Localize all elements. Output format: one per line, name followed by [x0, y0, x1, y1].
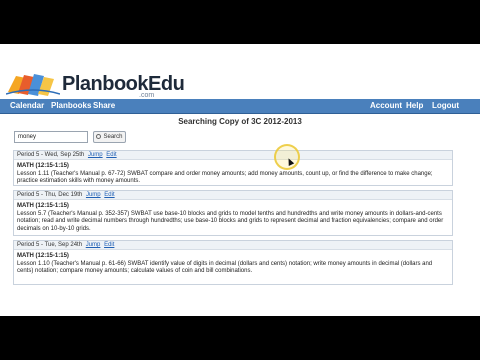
result-text: Lesson 1.11 (Teacher's Manual p. 67-72) … — [17, 170, 433, 185]
search-button-label: Search — [103, 134, 123, 140]
nav-planbooks[interactable]: Planbooks — [51, 101, 91, 110]
result-body: MATH (12:15-1:15) Lesson 1.10 (Teacher's… — [14, 250, 452, 278]
page-title: Searching Copy of 3C 2012-2013 — [178, 117, 302, 126]
main-navbar: Calendar Planbooks Share Account Help Lo… — [0, 99, 480, 114]
result-date: Period 5 - Wed, Sep 25th — [17, 152, 85, 158]
result-body: MATH (12:15-1:15) Lesson 5.7 (Teacher's … — [14, 200, 452, 235]
search-button[interactable]: Search — [93, 131, 126, 143]
search-icon — [96, 134, 102, 139]
brand-suffix: .com — [139, 92, 155, 99]
result-subject: MATH (12:15-1:15) — [17, 203, 69, 209]
result-subject: MATH (12:15-1:15) — [17, 163, 69, 169]
search-result: Period 5 - Thu, Dec 19th Jump Edit MATH … — [13, 190, 453, 236]
result-header: Period 5 - Wed, Sep 25th Jump Edit — [14, 151, 452, 160]
result-date: Period 5 - Thu, Dec 19th — [17, 192, 83, 198]
nav-share[interactable]: Share — [93, 101, 115, 110]
result-header: Period 5 - Tue, Sep 24th Jump Edit — [14, 241, 452, 250]
result-date: Period 5 - Tue, Sep 24th — [17, 242, 83, 248]
search-input[interactable] — [14, 131, 88, 143]
jump-link[interactable]: Jump — [88, 152, 103, 158]
search-result: Period 5 - Tue, Sep 24th Jump Edit MATH … — [13, 240, 453, 285]
edit-link[interactable]: Edit — [106, 152, 116, 158]
brand-header: PlanbookEdu .com — [0, 44, 480, 99]
result-body: MATH (12:15-1:15) Lesson 1.11 (Teacher's… — [14, 160, 452, 188]
books-logo-icon — [6, 74, 60, 96]
result-text: Lesson 1.10 (Teacher's Manual p. 61-66) … — [17, 260, 433, 275]
edit-link[interactable]: Edit — [104, 192, 114, 198]
search-result: Period 5 - Wed, Sep 25th Jump Edit MATH … — [13, 150, 453, 186]
result-text: Lesson 5.7 (Teacher's Manual p. 352-357)… — [17, 210, 444, 232]
nav-logout[interactable]: Logout — [432, 101, 459, 110]
brand-name[interactable]: PlanbookEdu — [62, 73, 185, 96]
nav-help[interactable]: Help — [406, 101, 423, 110]
result-subject: MATH (12:15-1:15) — [17, 253, 69, 259]
edit-link[interactable]: Edit — [104, 242, 114, 248]
result-header: Period 5 - Thu, Dec 19th Jump Edit — [14, 191, 452, 200]
video-letterbox-bottom — [0, 316, 480, 360]
nav-calendar[interactable]: Calendar — [10, 101, 44, 110]
cursor-highlight-icon — [274, 144, 300, 170]
nav-account[interactable]: Account — [370, 101, 402, 110]
video-letterbox-top — [0, 0, 480, 44]
jump-link[interactable]: Jump — [86, 192, 101, 198]
browser-page: PlanbookEdu .com Calendar Planbooks Shar… — [0, 44, 480, 316]
jump-link[interactable]: Jump — [86, 242, 101, 248]
